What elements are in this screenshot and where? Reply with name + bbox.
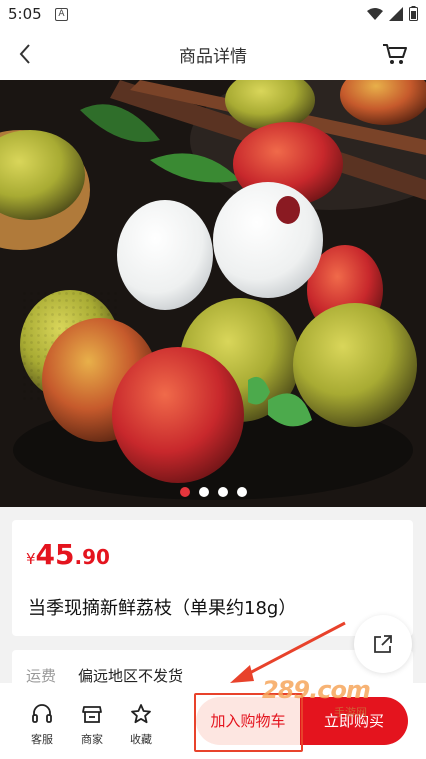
buy-now-button[interactable]: 立即购买 <box>300 697 408 745</box>
bottom-action-bar: 客服 商家 收藏 加入购物车 立即购买 <box>0 683 426 759</box>
status-bar: 5:05 A <box>0 0 426 28</box>
shop-button[interactable]: 商家 <box>72 703 112 747</box>
carousel-dot[interactable] <box>217 487 228 497</box>
favorite-button[interactable]: 收藏 <box>121 703 161 747</box>
top-navigation: 商品详情 <box>0 28 426 80</box>
page-title: 商品详情 <box>179 47 247 67</box>
carousel-dot[interactable] <box>236 487 247 497</box>
price-decimal: .90 <box>74 545 110 569</box>
status-time: 5:05 <box>8 5 42 23</box>
star-icon <box>131 704 151 724</box>
product-info-card: ¥45.90 当季现摘新鲜荔枝（单果约18g） <box>12 520 413 636</box>
headset-icon <box>32 704 52 723</box>
signal-icon <box>389 6 403 21</box>
product-image-carousel[interactable] <box>0 80 426 507</box>
price-integer: 45 <box>35 538 75 571</box>
lychee-product-image <box>0 80 426 507</box>
price-currency: ¥ <box>26 550 36 568</box>
system-icons <box>367 6 418 21</box>
carousel-dots <box>0 487 426 497</box>
share-button[interactable] <box>354 615 412 673</box>
wifi-icon <box>367 7 383 20</box>
shop-label: 商家 <box>81 733 103 746</box>
product-name: 当季现摘新鲜荔枝（单果约18g） <box>28 598 297 619</box>
battery-icon <box>409 6 418 21</box>
customer-service-button[interactable]: 客服 <box>22 703 62 747</box>
share-icon <box>374 635 392 653</box>
shopping-cart-icon[interactable] <box>382 42 408 66</box>
customer-service-label: 客服 <box>31 733 53 746</box>
favorite-label: 收藏 <box>130 733 152 746</box>
carousel-dot[interactable] <box>198 487 209 497</box>
carousel-dot[interactable] <box>179 487 190 497</box>
notification-a-icon: A <box>55 8 68 21</box>
store-icon <box>82 706 102 723</box>
product-price: ¥45.90 <box>26 538 110 571</box>
add-to-cart-button[interactable]: 加入购物车 <box>196 697 300 745</box>
